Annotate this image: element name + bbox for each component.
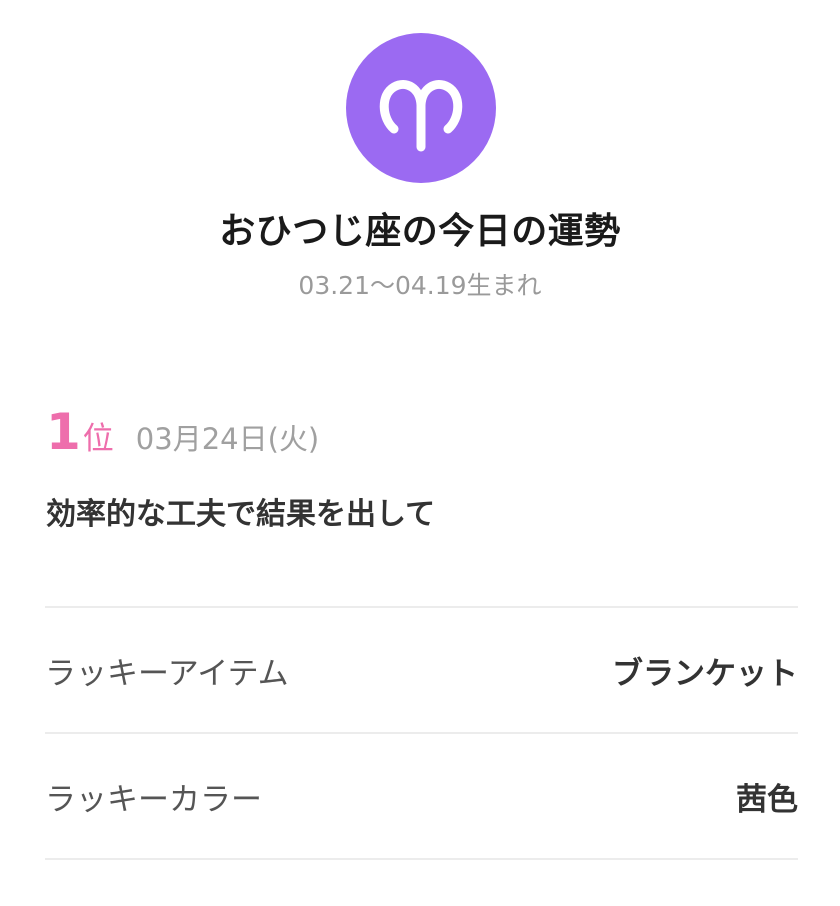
birth-date-range: 03.21〜04.19生まれ [298,271,542,300]
rank-row: 1 位 03月24日(火) [46,402,319,466]
lucky-item-row: ラッキーアイテム ブランケット [45,608,798,732]
sign-header: おひつじ座の今日の運勢 03.21〜04.19生まれ [0,0,840,320]
rank-number: 1 [46,403,81,461]
fortune-message: 効率的な工夫で結果を出して [46,497,436,532]
divider [45,858,798,860]
page-title: おひつじ座の今日の運勢 [219,211,621,252]
lucky-color-row: ラッキーカラー 茜色 [45,734,798,858]
aries-icon [346,33,496,183]
rank-unit: 位 [82,421,114,457]
fortune-date: 03月24日(火) [135,422,320,456]
lucky-item-label: ラッキーアイテム [45,655,289,692]
lucky-color-label: ラッキーカラー [45,781,262,818]
lucky-color-value: 茜色 [736,781,798,818]
lucky-item-value: ブランケット [612,655,798,692]
